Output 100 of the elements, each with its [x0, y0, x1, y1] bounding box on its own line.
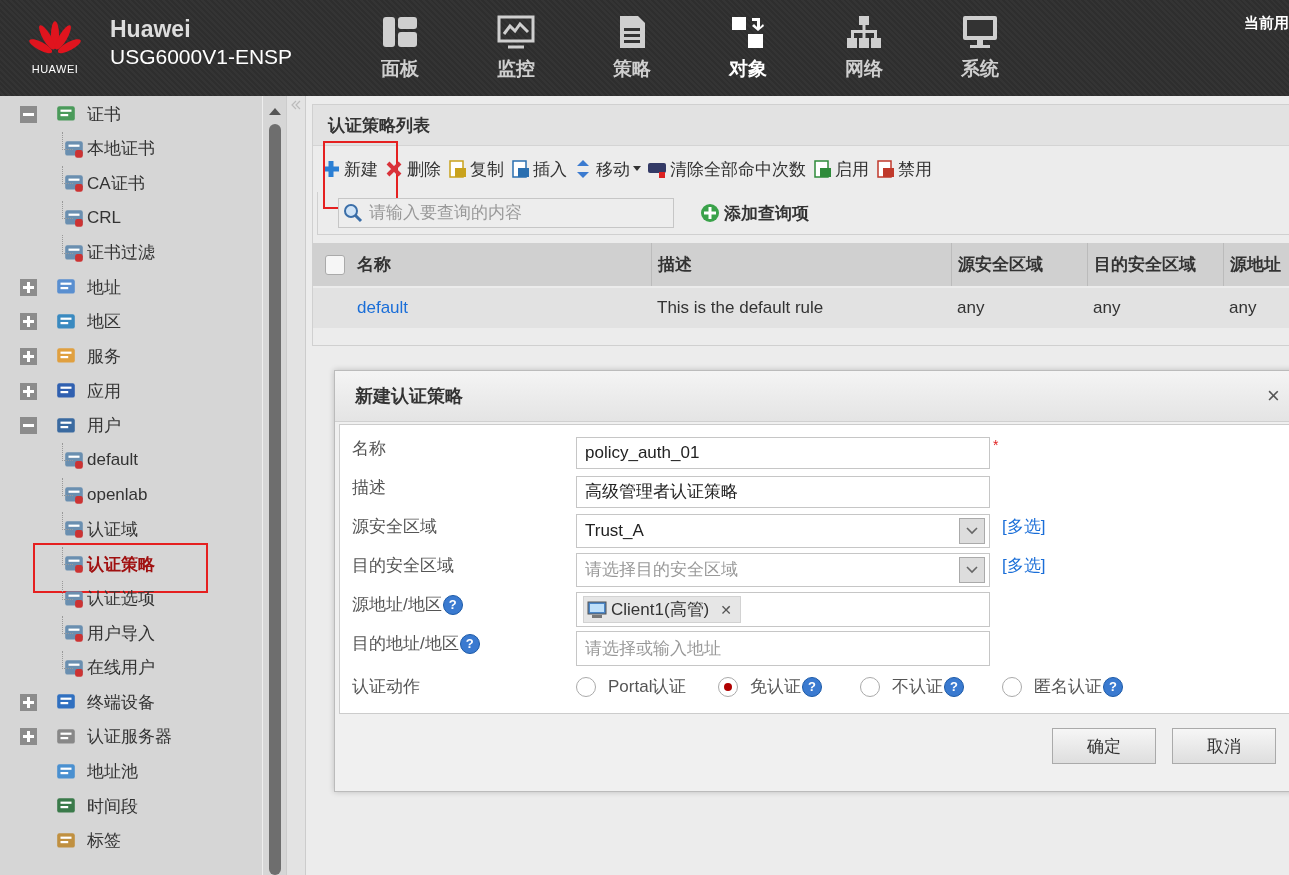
input-field[interactable]: policy_auth_01: [576, 436, 990, 469]
nav-tab[interactable]: 面板: [342, 0, 459, 96]
document-icon: [875, 159, 895, 179]
toolbar-button[interactable]: 启用: [812, 157, 875, 181]
remove-tag-button[interactable]: ✕: [720, 601, 732, 618]
card-icon: [63, 553, 85, 575]
multi-select-link[interactable]: [多选]: [1002, 511, 1046, 538]
tree-item[interactable]: 证书: [0, 97, 262, 132]
expander-icon[interactable]: [20, 105, 37, 123]
nav-tab[interactable]: 对象: [690, 0, 807, 96]
search-field[interactable]: 请输入要查询的内容: [338, 198, 674, 228]
help-icon[interactable]: ?: [459, 633, 480, 654]
tree-item[interactable]: 本地证书: [0, 131, 262, 167]
field-label: 名称: [352, 438, 386, 460]
card-icon: [63, 207, 85, 230]
toolbar-button[interactable]: 删除: [384, 157, 447, 181]
tree-item[interactable]: 用户导入: [0, 615, 262, 651]
table-cell-text: any: [1092, 297, 1122, 319]
expander-icon[interactable]: [20, 347, 37, 365]
tree-item[interactable]: 应用: [0, 373, 262, 409]
tree-item[interactable]: 终端设备: [0, 685, 262, 720]
tree-item[interactable]: 认证选项: [0, 581, 262, 616]
tree-item[interactable]: 地区: [0, 304, 262, 340]
tree-item[interactable]: 地址池: [0, 754, 262, 789]
toolbar-button[interactable]: 移动: [573, 157, 647, 181]
table-cell-text: any: [1228, 297, 1258, 319]
scrollbar[interactable]: [262, 96, 286, 875]
tree-item[interactable]: 标签: [0, 823, 262, 859]
dropdown-button[interactable]: [959, 556, 985, 583]
radio-button[interactable]: [576, 676, 596, 697]
input-field[interactable]: 请选择或输入地址: [576, 631, 990, 666]
column-header[interactable]: 源地址: [1223, 243, 1289, 286]
toolbar-button[interactable]: 禁用: [875, 157, 938, 181]
help-icon[interactable]: ?: [802, 676, 822, 697]
multi-select-link[interactable]: [多选]: [1002, 550, 1046, 577]
nav-tab[interactable]: 监控: [458, 0, 575, 96]
tree-item[interactable]: 时间段: [0, 788, 262, 824]
nav-tab[interactable]: 网络: [806, 0, 923, 96]
dialog-title: 新建认证策略: [355, 385, 463, 408]
expander-icon[interactable]: [20, 313, 37, 331]
tree-item[interactable]: 证书过滤: [0, 235, 262, 270]
column-header[interactable]: 源安全区域: [951, 243, 1087, 286]
tree-item[interactable]: default: [0, 442, 262, 478]
expander-icon[interactable]: [20, 728, 37, 746]
device-name: USG6000V1-ENSP: [110, 44, 293, 69]
card-icon: [63, 449, 85, 472]
field-label: 描述: [352, 477, 386, 499]
tree-item[interactable]: 认证服务器: [0, 719, 262, 755]
help-icon[interactable]: ?: [442, 594, 463, 615]
field-label: 目的地址/地区: [352, 633, 459, 655]
select-all-checkbox[interactable]: [325, 254, 345, 275]
column-header[interactable]: 描述: [651, 243, 951, 286]
plus-icon: [700, 203, 720, 223]
expander-icon[interactable]: [20, 278, 37, 296]
scroll-thumb[interactable]: [268, 124, 281, 875]
rule-link[interactable]: default: [351, 288, 651, 328]
toolbar-button[interactable]: 复制: [447, 157, 510, 181]
dialog-button[interactable]: 确定: [1052, 728, 1156, 764]
field-label: 目的安全区域: [352, 555, 454, 577]
copy-icon: [447, 159, 467, 179]
radio-button[interactable]: [718, 676, 738, 697]
radio-label: 匿名认证: [1034, 676, 1102, 698]
add-query-button[interactable]: 添加查询项: [694, 200, 815, 226]
close-button[interactable]: ×: [1263, 385, 1284, 407]
tree-item[interactable]: openlab: [0, 477, 262, 513]
tree-item[interactable]: 用户: [0, 408, 262, 443]
tree-item[interactable]: CRL: [0, 200, 262, 236]
radio-button[interactable]: [1002, 676, 1022, 697]
product-title: Huawei: [110, 15, 192, 43]
field-label: 源地址/地区: [352, 594, 442, 616]
tree-item[interactable]: 认证域: [0, 512, 262, 547]
nav-tab[interactable]: 系统: [922, 0, 1039, 96]
caret-icon: [633, 166, 641, 172]
monitor-icon: [496, 14, 537, 50]
column-header[interactable]: 名称: [351, 243, 651, 286]
help-icon[interactable]: ?: [944, 676, 964, 697]
help-icon[interactable]: ?: [1103, 676, 1123, 697]
brand-name: HUAWEI: [31, 63, 79, 75]
toolbar-button[interactable]: 清除全部命中次数: [647, 157, 812, 181]
tree-item[interactable]: 地址: [0, 269, 262, 305]
input-field[interactable]: 高级管理者认证策略: [576, 475, 990, 508]
tree-item[interactable]: 认证策略: [0, 546, 262, 582]
expander-icon[interactable]: [20, 417, 37, 435]
address-field[interactable]: Client1(高管) ✕: [576, 592, 990, 627]
tree-item[interactable]: 在线用户: [0, 650, 262, 686]
expander-icon[interactable]: [20, 693, 37, 711]
scroll-up-icon[interactable]: [267, 106, 282, 116]
tree-item[interactable]: 服务: [0, 339, 262, 374]
toolbar-button[interactable]: 新建: [321, 157, 384, 181]
expander-icon[interactable]: [20, 382, 37, 400]
field-label: 源安全区域: [352, 516, 437, 538]
select-field[interactable]: Trust_A: [576, 513, 990, 548]
search-icon: [343, 203, 363, 223]
radio-button[interactable]: [860, 676, 880, 697]
nav-tab[interactable]: 策略: [574, 0, 691, 96]
tree-item[interactable]: CA证书: [0, 166, 262, 201]
dropdown-button[interactable]: [959, 517, 985, 544]
dialog-button[interactable]: 取消: [1172, 728, 1276, 764]
toolbar-button[interactable]: 插入: [510, 157, 573, 181]
column-header[interactable]: 目的安全区域: [1087, 243, 1223, 286]
